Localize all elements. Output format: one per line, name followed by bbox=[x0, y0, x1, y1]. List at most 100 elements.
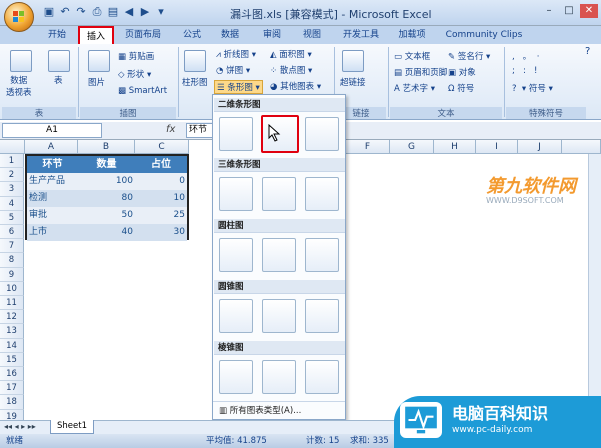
cone-percent-thumb[interactable] bbox=[305, 299, 339, 333]
sheet-nav-icons[interactable]: ◂◂ ◂ ▸ ▸▸ bbox=[4, 422, 36, 431]
3d-stacked-bar-thumb[interactable] bbox=[262, 177, 296, 211]
clustered-bar-thumb[interactable] bbox=[219, 117, 253, 151]
cell-c5[interactable]: 30 bbox=[135, 224, 187, 241]
row-header[interactable]: 2 bbox=[0, 168, 24, 183]
tab-page-layout[interactable]: 页面布局 bbox=[120, 26, 166, 44]
shapes-button[interactable]: ◇ 形状 ▾ bbox=[118, 68, 151, 80]
cylinder-clustered-thumb[interactable] bbox=[219, 238, 253, 272]
tab-formulas[interactable]: 公式 bbox=[178, 26, 206, 44]
close-button[interactable]: ✕ bbox=[580, 4, 598, 18]
cell-b2[interactable]: 100 bbox=[78, 173, 135, 190]
col-header-c[interactable]: C bbox=[135, 140, 189, 154]
header-cell-stage[interactable]: 环节 bbox=[27, 156, 78, 173]
symbol-button[interactable]: Ω 符号 bbox=[448, 82, 474, 94]
signature-button[interactable]: ✎ 签名行 ▾ bbox=[448, 50, 490, 62]
save-icon[interactable]: ▣ bbox=[42, 5, 56, 19]
clipart-button[interactable]: ▦ 剪贴画 bbox=[118, 50, 154, 62]
pivot-table-icon[interactable] bbox=[10, 50, 32, 72]
row-header[interactable]: 8 bbox=[0, 253, 24, 268]
cone-clustered-thumb[interactable] bbox=[219, 299, 253, 333]
3d-clustered-bar-thumb[interactable] bbox=[219, 177, 253, 211]
hyperlink-icon[interactable] bbox=[342, 50, 364, 72]
3d-percent-bar-thumb[interactable] bbox=[305, 177, 339, 211]
cell-a4[interactable]: 审批 bbox=[27, 207, 78, 224]
row-header[interactable]: 6 bbox=[0, 225, 24, 240]
table-button[interactable]: 表 bbox=[54, 74, 63, 86]
row-header[interactable]: 15 bbox=[0, 352, 24, 367]
col-header-a[interactable]: A bbox=[25, 140, 78, 154]
cell-c2[interactable]: 0 bbox=[135, 173, 187, 190]
tab-home[interactable]: 开始 bbox=[40, 26, 74, 44]
tab-insert[interactable]: 插入 bbox=[78, 26, 114, 44]
area-chart-button[interactable]: ◭ 面积图 ▾ bbox=[270, 48, 312, 60]
back-icon[interactable]: ◀ bbox=[122, 5, 136, 19]
header-footer-button[interactable]: ▤ 页眉和页脚 bbox=[394, 66, 447, 78]
row-header[interactable]: 10 bbox=[0, 281, 24, 296]
row-header[interactable]: 1 bbox=[0, 154, 24, 169]
col-header-j[interactable]: J bbox=[518, 140, 562, 154]
row-header[interactable]: 3 bbox=[0, 182, 24, 197]
picture-icon[interactable] bbox=[88, 50, 110, 72]
cell-c3[interactable]: 10 bbox=[135, 190, 187, 207]
vertical-scrollbar[interactable] bbox=[588, 154, 601, 420]
col-header-b[interactable]: B bbox=[78, 140, 135, 154]
redo-icon[interactable]: ↷ bbox=[74, 5, 88, 19]
scatter-chart-button[interactable]: ⁘ 散点图 ▾ bbox=[270, 64, 312, 76]
pyramid-stacked-thumb[interactable] bbox=[262, 360, 296, 394]
minimize-button[interactable]: – bbox=[540, 4, 558, 18]
cell-b5[interactable]: 40 bbox=[78, 224, 135, 241]
cell-c4[interactable]: 25 bbox=[135, 207, 187, 224]
pie-chart-button[interactable]: ◔ 饼图 ▾ bbox=[216, 64, 250, 76]
cell-a3[interactable]: 检测 bbox=[27, 190, 78, 207]
object-button[interactable]: ▣ 对象 bbox=[448, 66, 476, 78]
pyramid-clustered-thumb[interactable] bbox=[219, 360, 253, 394]
col-header-f[interactable]: F bbox=[346, 140, 390, 154]
cylinder-percent-thumb[interactable] bbox=[305, 238, 339, 272]
header-cell-quantity[interactable]: 数量 bbox=[78, 156, 135, 173]
undo-icon[interactable]: ↶ bbox=[58, 5, 72, 19]
cell-b3[interactable]: 80 bbox=[78, 190, 135, 207]
select-all-corner[interactable] bbox=[0, 140, 25, 154]
smartart-button[interactable]: ▩ SmartArt bbox=[118, 86, 167, 96]
chart-icon[interactable]: ▤ bbox=[106, 5, 120, 19]
all-chart-types-button[interactable]: ▥ 所有图表类型(A)... bbox=[213, 401, 345, 419]
row-header[interactable]: 13 bbox=[0, 324, 24, 339]
print-icon[interactable]: ⎙ bbox=[90, 5, 104, 19]
col-header-h[interactable]: H bbox=[434, 140, 476, 154]
cell-a5[interactable]: 上市 bbox=[27, 224, 78, 241]
col-header-i[interactable]: I bbox=[476, 140, 518, 154]
col-header-g[interactable]: G bbox=[390, 140, 434, 154]
name-box[interactable]: A1 bbox=[2, 123, 102, 138]
pyramid-percent-thumb[interactable] bbox=[305, 360, 339, 394]
forward-icon[interactable]: ▶ bbox=[138, 5, 152, 19]
cylinder-stacked-thumb[interactable] bbox=[262, 238, 296, 272]
bar-chart-button[interactable]: ☰ 条形图 ▾ bbox=[214, 80, 263, 94]
customize-icon[interactable]: ▾ bbox=[154, 5, 168, 19]
help-icon[interactable]: ? bbox=[585, 46, 590, 57]
tab-review[interactable]: 审阅 bbox=[258, 26, 286, 44]
pivot-table-button[interactable]: 数据 透视表 bbox=[6, 74, 32, 98]
textbox-button[interactable]: ▭ 文本框 bbox=[394, 50, 430, 62]
row-header[interactable]: 16 bbox=[0, 367, 24, 382]
fx-icon[interactable]: fx bbox=[166, 124, 175, 135]
table-icon[interactable] bbox=[48, 50, 70, 72]
tab-addins[interactable]: 加载项 bbox=[394, 26, 430, 44]
row-header[interactable]: 7 bbox=[0, 239, 24, 254]
row-header[interactable]: 5 bbox=[0, 210, 24, 225]
row-header[interactable]: 11 bbox=[0, 296, 24, 311]
sheet-tab-sheet1[interactable]: Sheet1 bbox=[50, 420, 94, 434]
header-cell-placeholder[interactable]: 占位 bbox=[135, 156, 187, 173]
special-symbols-row2[interactable]: ; : ! bbox=[512, 66, 537, 76]
maximize-button[interactable]: □ bbox=[560, 4, 578, 18]
column-chart-icon[interactable] bbox=[184, 50, 206, 72]
percent-stacked-bar-thumb[interactable] bbox=[305, 117, 339, 151]
line-chart-button[interactable]: ⩘ 折线图 ▾ bbox=[216, 48, 256, 60]
tab-developer[interactable]: 开发工具 bbox=[338, 26, 384, 44]
row-header[interactable]: 17 bbox=[0, 381, 24, 396]
other-charts-button[interactable]: ◕ 其他图表 ▾ bbox=[270, 80, 321, 92]
cone-stacked-thumb[interactable] bbox=[262, 299, 296, 333]
column-chart-button[interactable]: 柱形图 bbox=[182, 76, 208, 88]
special-symbols-row3[interactable]: ? ▾ 符号 ▾ bbox=[512, 82, 553, 94]
tab-data[interactable]: 数据 bbox=[216, 26, 244, 44]
special-symbols-row1[interactable]: , 。 · bbox=[512, 50, 539, 62]
